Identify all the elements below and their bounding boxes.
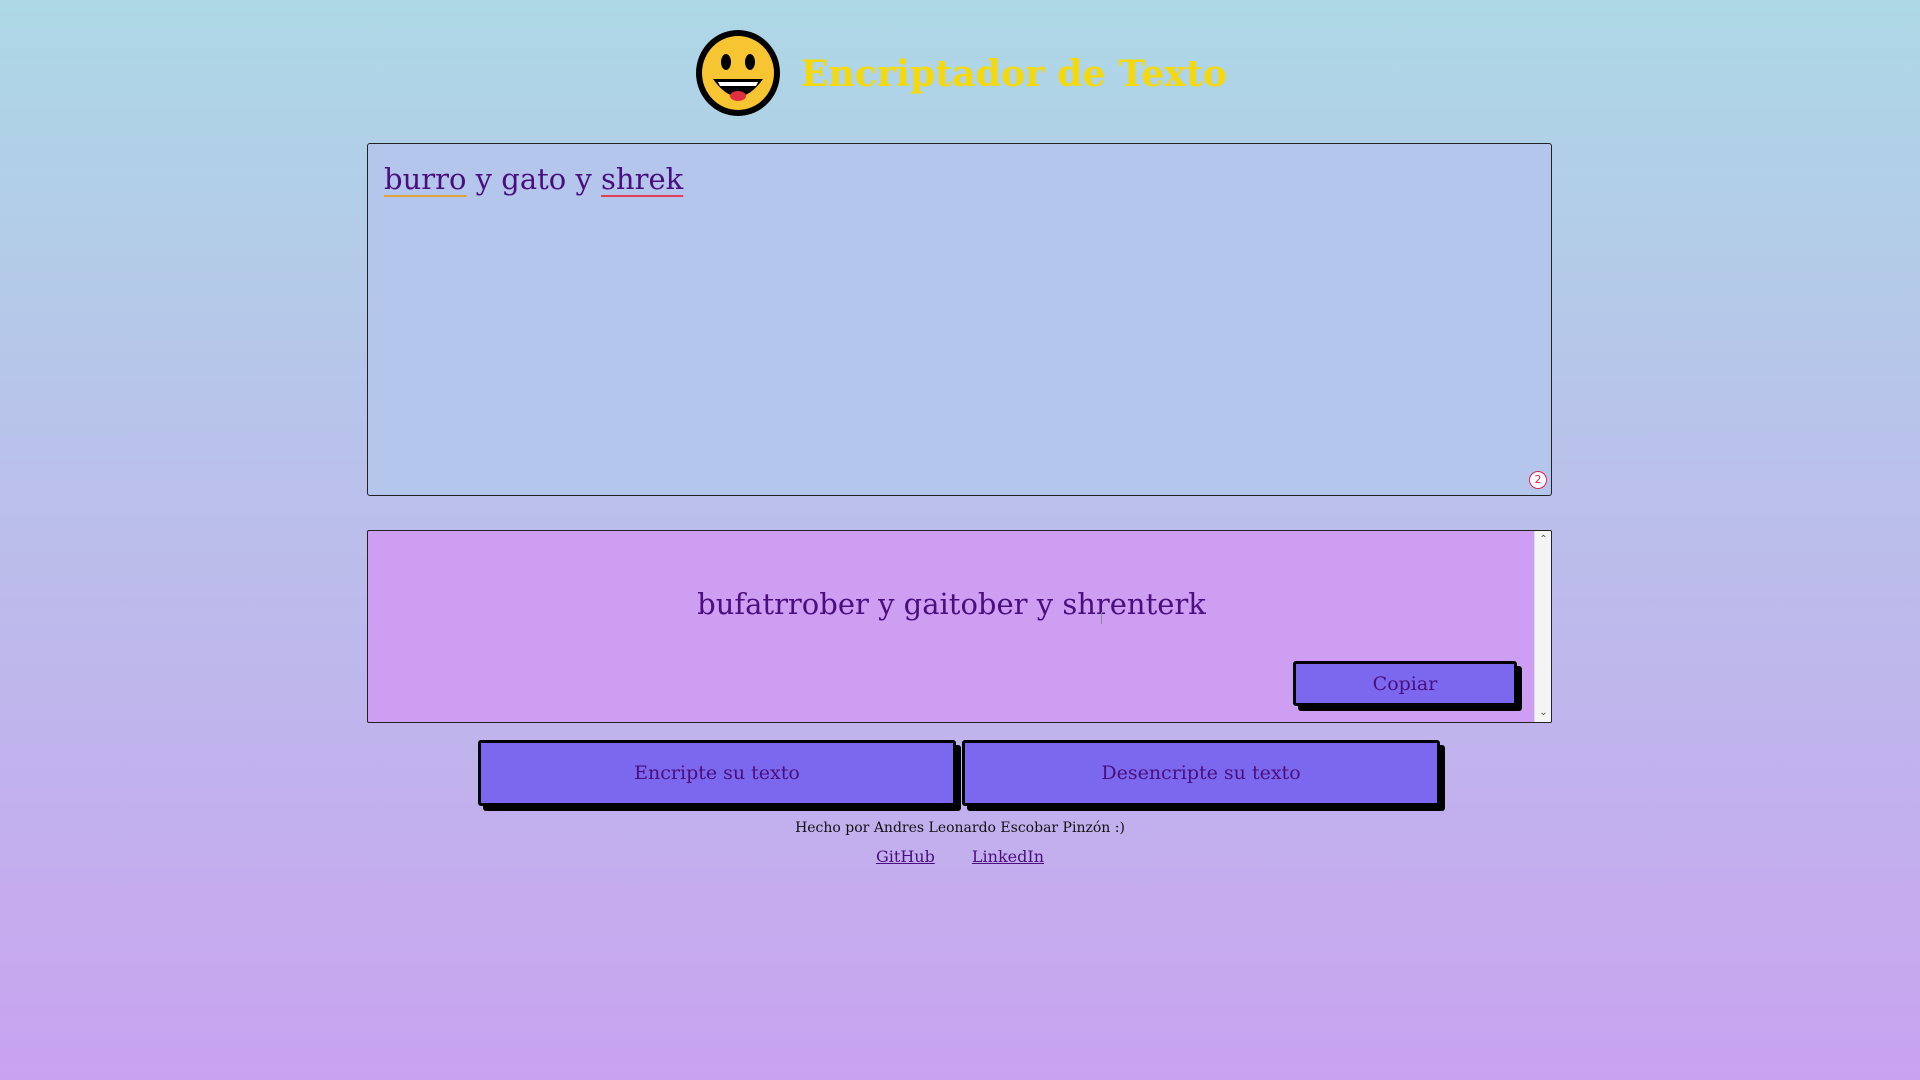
app-header: Encriptador de Texto bbox=[0, 26, 1920, 120]
result-output-area[interactable]: bufatrrober y gaitober y shrenterk Copia… bbox=[367, 530, 1552, 723]
input-word: y gato y bbox=[466, 162, 602, 196]
grinning-face-icon bbox=[695, 30, 780, 116]
spellcheck-badge[interactable]: 2 bbox=[1529, 471, 1547, 489]
footer-links: GitHub LinkedIn bbox=[0, 847, 1920, 866]
input-word-spellcheck: burro bbox=[384, 162, 467, 196]
page-title: Encriptador de Texto bbox=[800, 53, 1228, 95]
encrypt-button[interactable]: Encripte su texto bbox=[478, 740, 956, 806]
decrypt-button[interactable]: Desencripte su texto bbox=[962, 740, 1440, 806]
text-cursor-icon bbox=[1101, 612, 1102, 624]
output-text: bufatrrober y gaitober y shrenterk bbox=[697, 587, 1206, 621]
github-link[interactable]: GitHub bbox=[876, 847, 935, 866]
chevron-down-icon[interactable]: ⌄ bbox=[1535, 706, 1551, 720]
chevron-up-icon[interactable]: ⌃ bbox=[1535, 533, 1551, 547]
copy-button[interactable]: Copiar bbox=[1293, 661, 1517, 706]
footer-credit: Hecho por Andres Leonardo Escobar Pinzón… bbox=[795, 820, 1125, 836]
input-word-spellcheck-error: shrek bbox=[601, 162, 684, 196]
output-scrollbar[interactable]: ⌃ ⌄ bbox=[1534, 531, 1551, 722]
text-input-area[interactable]: burro y gato y shrek 2 bbox=[367, 143, 1552, 496]
linkedin-link[interactable]: LinkedIn bbox=[972, 847, 1044, 866]
input-text: burro y gato y shrek bbox=[384, 162, 683, 196]
